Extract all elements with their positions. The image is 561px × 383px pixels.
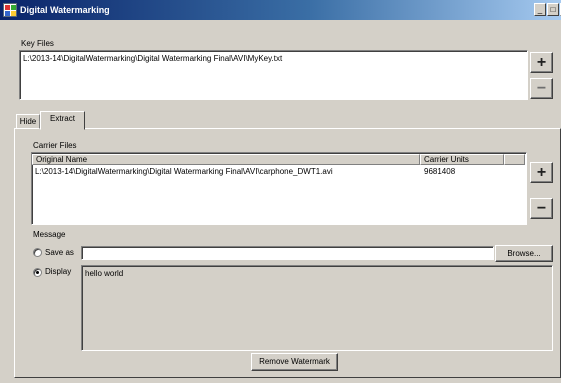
save-as-radio[interactable]: [33, 248, 42, 257]
window-title: Digital Watermarking: [20, 5, 110, 15]
carrier-file-name: L:\2013-14\DigitalWatermarking\Digital W…: [35, 167, 333, 176]
browse-button[interactable]: Browse...: [495, 245, 553, 262]
maximize-button[interactable]: □: [547, 3, 559, 16]
message-display-text[interactable]: hello world: [81, 265, 553, 351]
message-text: hello world: [85, 269, 124, 278]
column-header-filler: [504, 154, 525, 165]
display-label[interactable]: Display: [45, 266, 71, 277]
remove-key-file-button[interactable]: −: [530, 78, 553, 99]
remove-carrier-file-button[interactable]: −: [530, 198, 553, 219]
tab-hide[interactable]: Hide: [16, 114, 40, 129]
app-icon: [3, 3, 17, 17]
carrier-file-units: 9681408: [424, 167, 456, 176]
message-label: Message: [33, 230, 66, 239]
key-files-list[interactable]: L:\2013-14\DigitalWatermarking\Digital W…: [19, 50, 528, 100]
column-header-original-name[interactable]: Original Name: [32, 154, 420, 165]
save-as-label[interactable]: Save as: [45, 247, 74, 258]
display-radio[interactable]: [33, 268, 42, 277]
carrier-files-label: Carrier Files: [33, 141, 77, 150]
save-as-path-input[interactable]: [81, 246, 494, 260]
remove-watermark-button[interactable]: Remove Watermark: [251, 353, 338, 371]
table-row[interactable]: L:\2013-14\DigitalWatermarking\Digital W…: [32, 166, 526, 177]
key-file-item[interactable]: L:\2013-14\DigitalWatermarking\Digital W…: [23, 53, 282, 64]
display-radio-dot: [36, 271, 39, 274]
minimize-button[interactable]: _: [534, 3, 546, 16]
add-carrier-file-button[interactable]: +: [530, 162, 553, 183]
column-header-carrier-units[interactable]: Carrier Units: [420, 154, 504, 165]
add-key-file-button[interactable]: +: [530, 52, 553, 73]
tab-extract[interactable]: Extract: [40, 111, 85, 130]
key-files-label: Key Files: [21, 39, 54, 48]
